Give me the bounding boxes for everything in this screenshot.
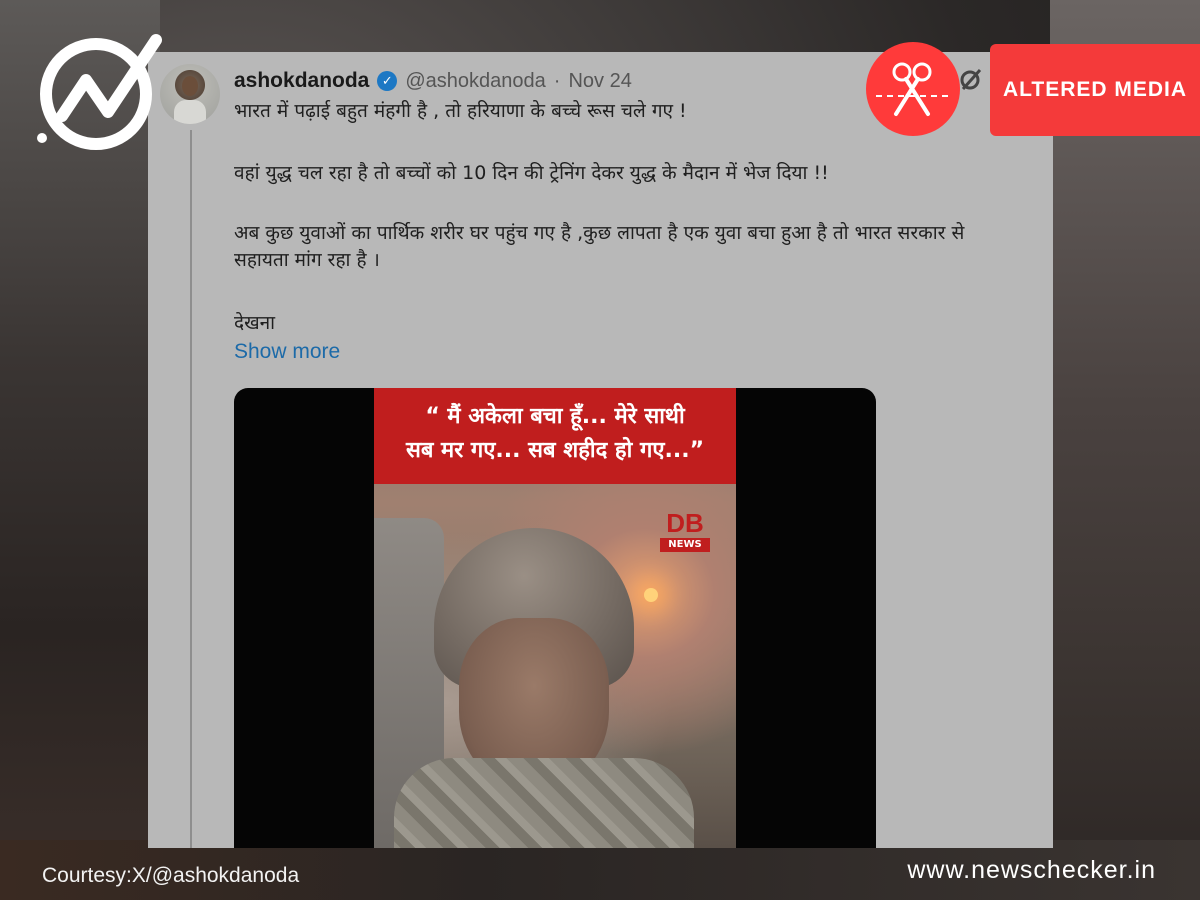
- video-caption-line-1: “ मैं अकेला बचा हूँ... मेरे साथी: [425, 404, 685, 429]
- tweet-line-2: वहां युद्ध चल रहा है तो बच्चों को 10 दिन…: [234, 162, 829, 184]
- display-name[interactable]: ashokdanoda: [234, 69, 369, 93]
- video-caption-line-2: सब मर गए... सब शहीद हो गए...”: [405, 438, 705, 463]
- explosion-glow: [644, 588, 658, 602]
- tweet-line-4: देखना: [234, 312, 276, 334]
- user-handle[interactable]: @ashokdanoda: [405, 70, 545, 93]
- scissors-icon: [866, 42, 960, 136]
- newschecker-logo-icon: [37, 34, 162, 150]
- avatar[interactable]: [160, 64, 220, 124]
- db-logo-news: NEWS: [660, 538, 710, 552]
- video-caption: “ मैं अकेला बचा हूँ... मेरे साथी सब मर ग…: [374, 388, 736, 484]
- show-more-link[interactable]: Show more: [234, 340, 340, 364]
- tweet-media[interactable]: “ मैं अकेला बचा हूँ... मेरे साथी सब मर ग…: [234, 388, 876, 848]
- site-url: www.newschecker.in: [907, 856, 1156, 884]
- avatar-head: [182, 76, 198, 96]
- tweet-header: ashokdanoda ✓ @ashokdanoda · Nov 24: [234, 66, 632, 96]
- tweet-line-1: भारत में पढ़ाई बहुत मंहगी है , तो हरियाण…: [234, 100, 687, 122]
- db-news-logo: DB NEWS: [660, 510, 710, 556]
- verified-icon: ✓: [377, 71, 398, 91]
- thread-line: [190, 130, 192, 848]
- db-logo-text: DB: [666, 508, 704, 538]
- tweet-card[interactable]: ashokdanoda ✓ @ashokdanoda · Nov 24 भारत…: [148, 52, 1053, 848]
- avatar-shirt: [174, 100, 206, 124]
- soldier-uniform: [394, 758, 694, 848]
- grok-icon[interactable]: [958, 66, 984, 92]
- altered-media-badge: ALTERED MEDIA: [990, 44, 1200, 136]
- courtesy-credit: Courtesy:X/@ashokdanoda: [42, 864, 300, 887]
- tweet-line-3: अब कुछ युवाओं का पार्थिक शरीर घर पहुंच ग…: [234, 222, 965, 271]
- tweet-date[interactable]: Nov 24: [568, 70, 631, 93]
- video-frame[interactable]: “ मैं अकेला बचा हूँ... मेरे साथी सब मर ग…: [374, 388, 736, 848]
- separator-dot: ·: [553, 69, 561, 92]
